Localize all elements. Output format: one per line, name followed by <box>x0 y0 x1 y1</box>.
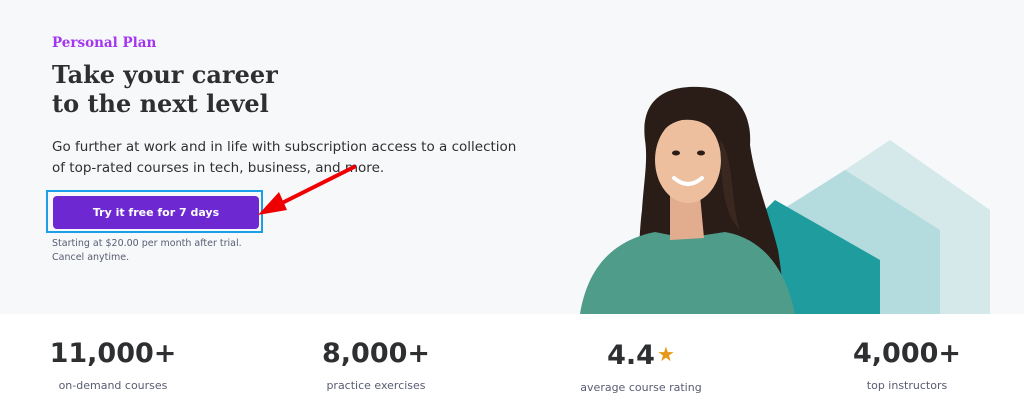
stat-label: practice exercises <box>326 379 426 392</box>
star-icon: ★ <box>656 342 675 366</box>
stat-rating: 4.4 ★ average course rating <box>541 334 741 396</box>
person-photo <box>580 86 795 314</box>
stat-label: average course rating <box>580 381 702 394</box>
stat-value: 4,000+ <box>852 338 962 369</box>
hero-illustration <box>580 86 990 314</box>
stat-value: 8,000+ <box>321 338 431 369</box>
stat-value: 4.4 <box>607 340 655 371</box>
stat-label: top instructors <box>866 379 948 392</box>
stat-courses: 11,000+ on-demand courses <box>13 334 213 394</box>
stat-label: on-demand courses <box>58 379 168 392</box>
stat-instructors: 4,000+ top instructors <box>807 334 1007 394</box>
stat-value-wrap: 4.4 ★ <box>541 334 741 376</box>
hero-section: Personal Plan Take your career to the ne… <box>0 0 1024 314</box>
stat-exercises: 8,000+ practice exercises <box>276 334 476 394</box>
stats-section: 11,000+ on-demand courses 8,000+ practic… <box>0 314 1024 414</box>
stat-value: 11,000+ <box>49 338 177 369</box>
